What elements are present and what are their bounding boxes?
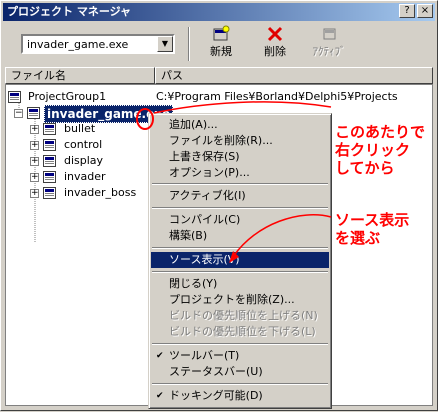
menu-item-raise-priority-label: ビルドの優先順位を上げる(N) xyxy=(169,309,318,322)
menu-item-remove-file-label: ファイルを削除(R)... xyxy=(169,134,273,147)
menu-item-add[interactable]: 追加(A)... xyxy=(151,117,329,133)
menu-item-options[interactable]: オプション(P)... xyxy=(151,165,329,181)
unit-name: control xyxy=(64,138,103,151)
annotation-line: ソース表示 xyxy=(335,211,410,229)
expand-icon[interactable]: + xyxy=(30,157,39,166)
expand-icon[interactable]: + xyxy=(30,189,39,198)
new-project-icon xyxy=(201,25,241,45)
unit-name: invader_boss xyxy=(64,186,137,199)
unit-icon xyxy=(43,187,56,199)
menu-item-statusbar-label: ステータスバー(U) xyxy=(169,365,263,378)
menu-item-dockable[interactable]: ✔ ドッキング可能(D) xyxy=(151,388,329,404)
menu-separator xyxy=(152,247,328,249)
checkmark-icon: ✔ xyxy=(156,351,164,361)
annotation-choose-source: ソース表示 を選ぶ xyxy=(335,211,409,247)
menu-separator xyxy=(152,271,328,273)
annotation-line: 右クリック xyxy=(335,141,411,159)
toolbar-divider xyxy=(188,27,190,61)
expand-icon[interactable]: + xyxy=(30,125,39,134)
context-menu: 追加(A)... ファイルを削除(R)... 上書き保存(S) オプション(P)… xyxy=(148,113,332,409)
menu-item-remove-file[interactable]: ファイルを削除(R)... xyxy=(151,133,329,149)
tree-row-project[interactable]: − invader_game.exe xyxy=(14,105,174,123)
menu-item-raise-priority[interactable]: ビルドの優先順位を上げる(N) xyxy=(151,308,329,324)
menu-item-activate[interactable]: アクティブ化(I) xyxy=(151,188,329,204)
checkmark-icon: ✔ xyxy=(156,391,164,401)
menu-item-toolbar[interactable]: ✔ ツールバー(T) xyxy=(151,348,329,364)
delete-icon xyxy=(255,25,295,45)
chevron-down-icon[interactable]: ▼ xyxy=(157,36,173,52)
menu-separator xyxy=(152,383,328,385)
annotation-line: このあたりで xyxy=(335,123,426,141)
toolbar: invader_game.exe ▼ 新規 削除 ｱｸﾃｨﾌﾞ xyxy=(3,23,435,63)
menu-item-lower-priority[interactable]: ビルドの優先順位を下げる(L) xyxy=(151,324,329,340)
unit-icon xyxy=(43,171,56,183)
group-name: ProjectGroup1 xyxy=(28,90,107,103)
menu-item-remove-project-label: プロジェクトを削除(Z)... xyxy=(169,293,295,306)
title-bar: プロジェクト マネージャ xyxy=(3,3,435,21)
menu-item-close-label: 閉じる(Y) xyxy=(169,277,218,290)
activate-icon xyxy=(309,25,349,45)
unit-icon xyxy=(43,123,56,135)
menu-item-save-label: 上書き保存(S) xyxy=(169,150,240,163)
menu-item-compile-label: コンパイル(C) xyxy=(169,213,241,226)
window-title: プロジェクト マネージャ xyxy=(7,5,132,18)
delete-button[interactable]: 削除 xyxy=(255,25,295,61)
unit-icon xyxy=(43,139,56,151)
activate-button-label: ｱｸﾃｨﾌﾞ xyxy=(312,45,346,58)
unit-name: bullet xyxy=(64,122,96,135)
menu-item-activate-label: アクティブ化(I) xyxy=(169,189,246,202)
column-header-path[interactable]: パス xyxy=(155,67,433,84)
help-button[interactable]: ? xyxy=(399,4,415,18)
project-icon xyxy=(27,107,40,119)
menu-item-close[interactable]: 閉じる(Y) xyxy=(151,276,329,292)
collapse-icon[interactable]: − xyxy=(14,109,23,118)
menu-item-save[interactable]: 上書き保存(S) xyxy=(151,149,329,165)
menu-item-options-label: オプション(P)... xyxy=(169,166,250,179)
unit-name: invader xyxy=(64,170,106,183)
menu-item-toolbar-label: ツールバー(T) xyxy=(169,349,240,362)
unit-name: display xyxy=(64,154,104,167)
project-select-value: invader_game.exe xyxy=(27,38,129,51)
column-header-filename[interactable]: ファイル名 xyxy=(5,67,155,84)
menu-item-view-source-label: ソース表示(V) xyxy=(169,253,240,266)
menu-separator xyxy=(152,183,328,185)
annotation-right-click: このあたりで 右クリック してから xyxy=(335,123,425,177)
menu-item-view-source[interactable]: ソース表示(V) xyxy=(151,252,329,268)
menu-item-add-label: 追加(A)... xyxy=(169,118,218,131)
menu-item-dockable-label: ドッキング可能(D) xyxy=(169,389,263,402)
expand-icon[interactable]: + xyxy=(30,141,39,150)
new-button-label: 新規 xyxy=(210,45,232,58)
project-manager-window: プロジェクト マネージャ ? × invader_game.exe ▼ 新規 削… xyxy=(0,0,438,411)
close-icon: × xyxy=(420,5,430,16)
menu-separator xyxy=(152,343,328,345)
group-path: C:¥Program Files¥Borland¥Delphi5¥Project… xyxy=(156,90,398,103)
annotation-line: を選ぶ xyxy=(335,229,381,247)
expand-icon[interactable]: + xyxy=(30,173,39,182)
column-header-filename-label: ファイル名 xyxy=(11,69,66,82)
menu-item-compile[interactable]: コンパイル(C) xyxy=(151,212,329,228)
list-header: ファイル名 パス xyxy=(5,67,433,84)
project-select[interactable]: invader_game.exe ▼ xyxy=(21,34,175,54)
annotation-line: してから xyxy=(335,159,395,177)
column-header-path-label: パス xyxy=(161,69,183,82)
menu-separator xyxy=(152,207,328,209)
unit-icon xyxy=(43,155,56,167)
help-icon: ? xyxy=(404,5,410,16)
menu-item-remove-project[interactable]: プロジェクトを削除(Z)... xyxy=(151,292,329,308)
menu-item-build-label: 構築(B) xyxy=(169,229,208,242)
close-button[interactable]: × xyxy=(417,4,433,18)
menu-item-build[interactable]: 構築(B) xyxy=(151,228,329,244)
menu-item-lower-priority-label: ビルドの優先順位を下げる(L) xyxy=(169,325,316,338)
activate-button[interactable]: ｱｸﾃｨﾌﾞ xyxy=(309,25,349,61)
project-group-icon xyxy=(8,91,21,103)
delete-button-label: 削除 xyxy=(264,45,286,58)
new-button[interactable]: 新規 xyxy=(201,25,241,61)
menu-item-statusbar[interactable]: ステータスバー(U) xyxy=(151,364,329,380)
